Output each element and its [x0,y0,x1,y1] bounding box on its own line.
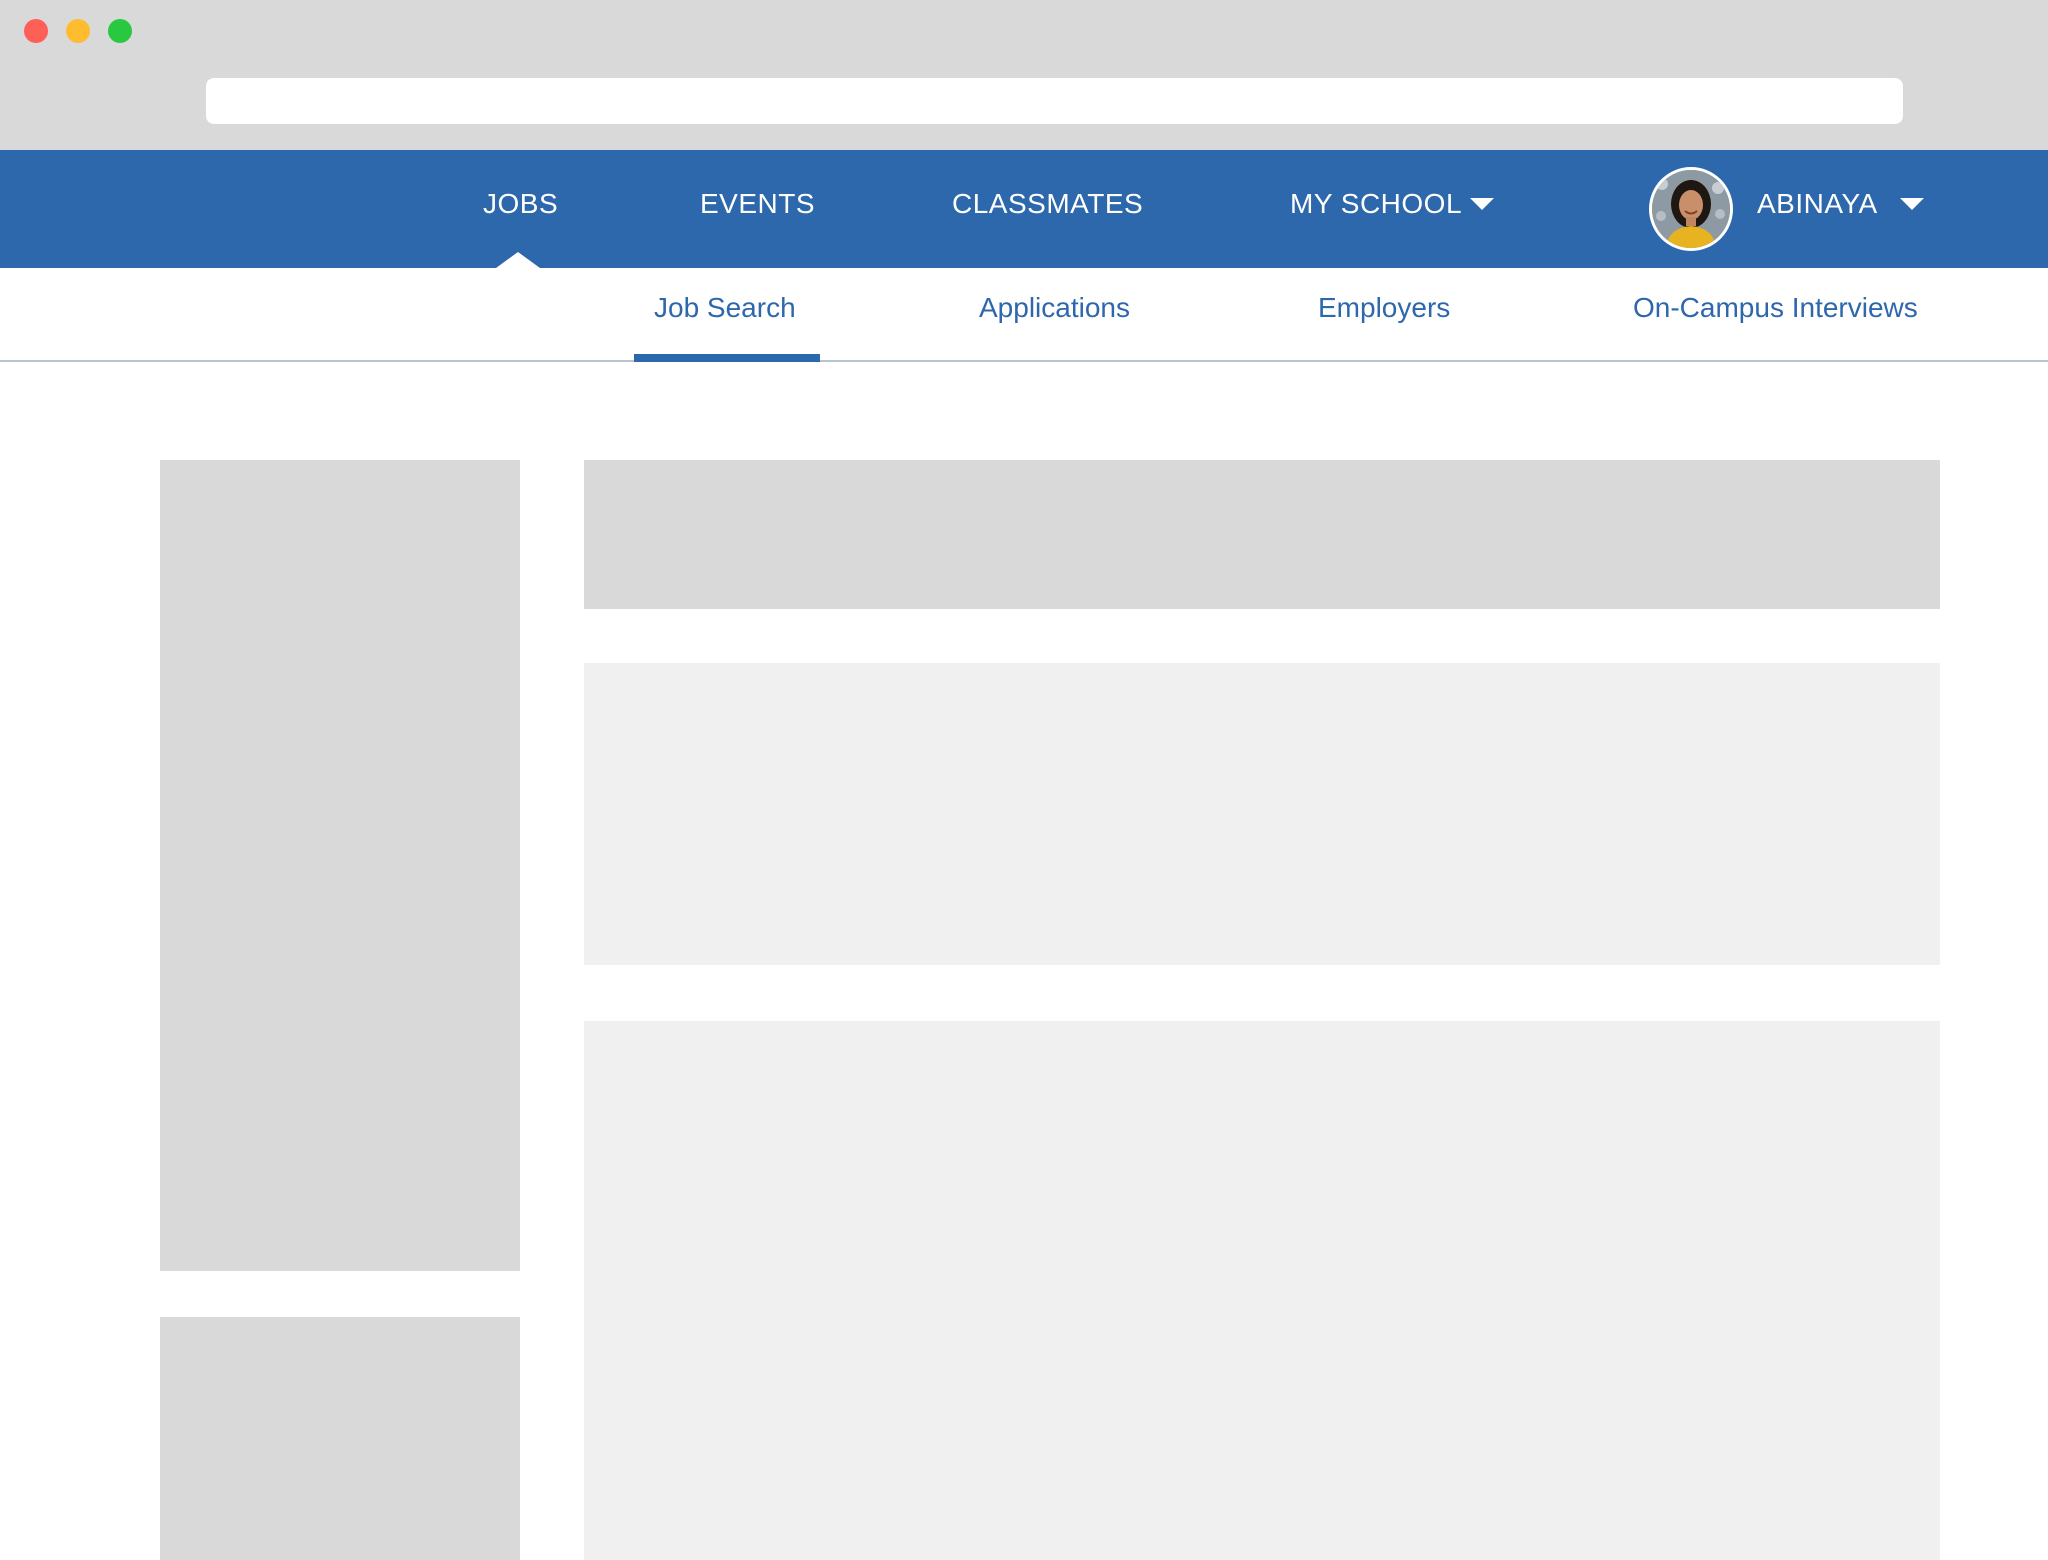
nav-item-events[interactable]: EVENTS [700,150,815,268]
sidebar-secondary-placeholder [160,1317,520,1560]
user-name[interactable]: ABINAYA [1757,150,1878,268]
tab-employers[interactable]: Employers [1318,268,1450,362]
user-avatar[interactable] [1649,167,1733,251]
content-card-placeholder [584,663,1940,965]
chevron-down-icon[interactable] [1900,198,1924,210]
active-tab-indicator [634,354,820,362]
chevron-down-icon[interactable] [1470,198,1494,210]
user-photo-icon [1652,170,1730,248]
nav-item-jobs[interactable]: JOBS [483,150,558,268]
active-nav-indicator [496,252,540,268]
top-nav: JOBS EVENTS CLASSMATES MY SCHOOL ABINAYA [0,150,2048,268]
sidebar-placeholder [160,460,520,1271]
search-header-placeholder [584,460,1940,609]
nav-item-classmates[interactable]: CLASSMATES [952,150,1143,268]
content-list-placeholder [584,1021,1940,1560]
tab-applications[interactable]: Applications [979,268,1130,362]
address-bar[interactable] [206,78,1903,124]
sub-nav: Job Search Applications Employers On-Cam… [0,268,2048,362]
window-minimize-button[interactable] [66,19,90,43]
tab-job-search[interactable]: Job Search [654,268,796,362]
window-close-button[interactable] [24,19,48,43]
browser-chrome [0,0,2048,150]
nav-item-my-school[interactable]: MY SCHOOL [1290,150,1462,268]
tab-on-campus-interviews[interactable]: On-Campus Interviews [1633,268,1918,362]
window-maximize-button[interactable] [108,19,132,43]
